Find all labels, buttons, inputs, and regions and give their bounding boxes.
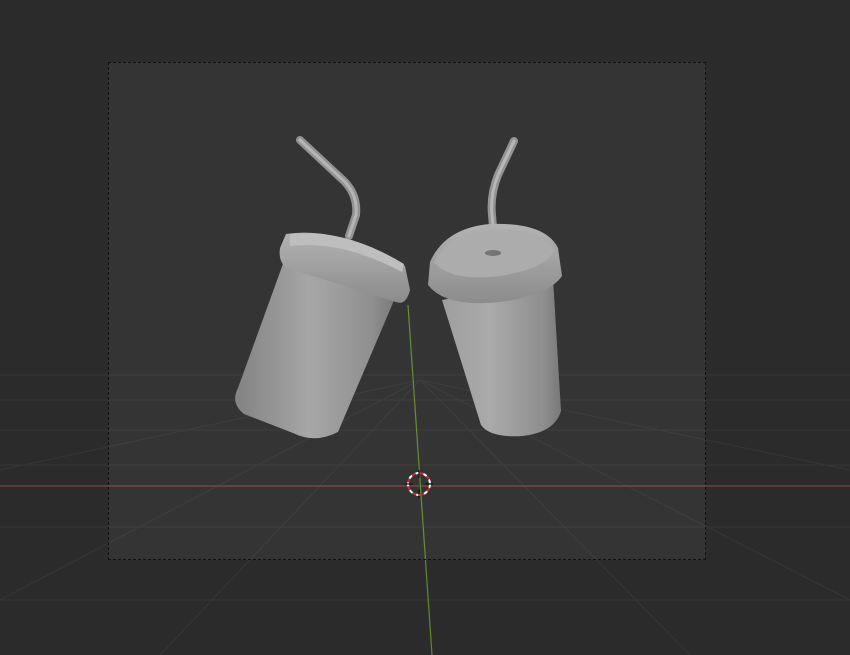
3d-viewport[interactable] (0, 0, 850, 655)
floor-grid (0, 374, 850, 655)
3d-cursor-icon[interactable] (405, 470, 433, 498)
cup-with-straw-left[interactable] (235, 136, 410, 439)
cup-with-straw-right[interactable] (428, 137, 562, 437)
viewport-scene (0, 136, 850, 655)
